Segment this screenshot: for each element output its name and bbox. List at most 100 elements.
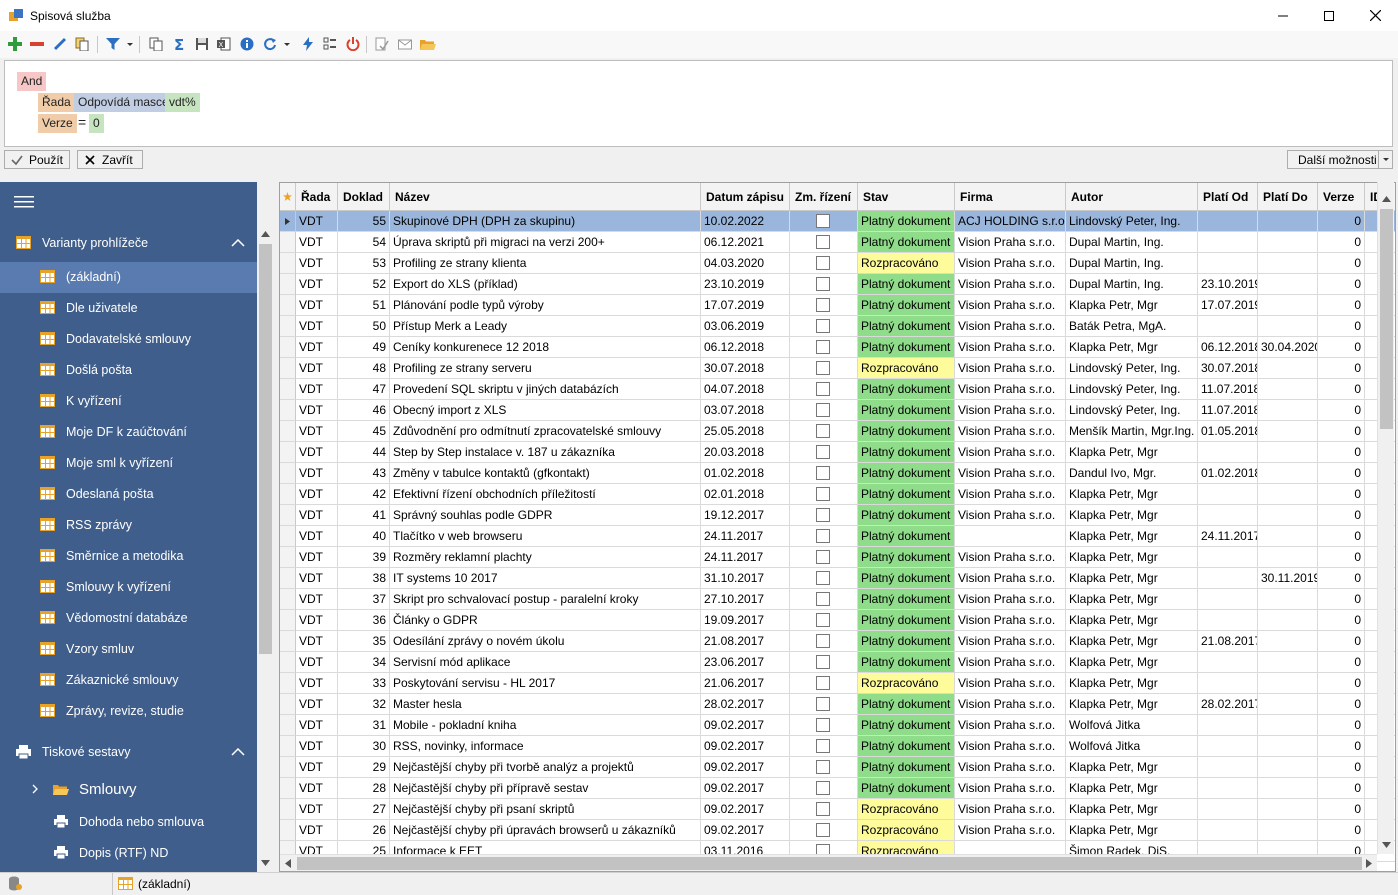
row-header[interactable]: [280, 442, 296, 463]
change-control-checkbox[interactable]: [816, 613, 830, 627]
column-header[interactable]: Verze: [1318, 183, 1365, 211]
column-header[interactable]: Zm. řízení: [790, 183, 858, 211]
change-control-checkbox[interactable]: [816, 697, 830, 711]
more-options-button[interactable]: Další možnosti: [1287, 150, 1393, 169]
change-control-checkbox[interactable]: [816, 760, 830, 774]
action-button[interactable]: [299, 35, 317, 53]
save-button[interactable]: [193, 35, 211, 53]
row-header[interactable]: [280, 337, 296, 358]
sidebar-item[interactable]: Zprávy, revize, studie: [0, 696, 257, 727]
filter-cond2-operator[interactable]: =: [74, 113, 90, 132]
change-control-checkbox[interactable]: [816, 319, 830, 333]
change-control-checkbox[interactable]: [816, 634, 830, 648]
row-header[interactable]: [280, 673, 296, 694]
row-header[interactable]: [280, 547, 296, 568]
filter-button[interactable]: [104, 35, 122, 53]
refresh-button[interactable]: [261, 35, 279, 53]
sidebar-section-browser-variants[interactable]: Varianty prohlížeče: [0, 228, 257, 259]
change-control-checkbox[interactable]: [816, 676, 830, 690]
change-control-checkbox[interactable]: [816, 529, 830, 543]
refresh-dropdown-arrow[interactable]: [284, 43, 290, 46]
row-header[interactable]: [280, 463, 296, 484]
sidebar-item[interactable]: Dle uživatele: [0, 293, 257, 324]
grid-corner-cell[interactable]: [280, 183, 296, 211]
table-cell[interactable]: [790, 400, 858, 421]
sidebar-item[interactable]: Dodavatelské smlouvy: [0, 324, 257, 355]
grid-horizontal-scrollbar[interactable]: [280, 854, 1377, 871]
table-cell[interactable]: [790, 211, 858, 232]
change-control-checkbox[interactable]: [816, 424, 830, 438]
excel-button[interactable]: X: [215, 35, 233, 53]
table-cell[interactable]: [790, 274, 858, 295]
row-header[interactable]: [280, 799, 296, 820]
change-control-checkbox[interactable]: [816, 214, 830, 228]
apply-button[interactable]: Použít: [4, 150, 70, 169]
column-header[interactable]: Stav: [858, 183, 955, 211]
table-cell[interactable]: [790, 463, 858, 484]
change-control-checkbox[interactable]: [816, 718, 830, 732]
sidebar-scrollbar[interactable]: [257, 226, 274, 872]
table-cell[interactable]: [790, 421, 858, 442]
checklist-button[interactable]: [321, 35, 339, 53]
table-cell[interactable]: [790, 337, 858, 358]
change-control-checkbox[interactable]: [816, 823, 830, 837]
power-button[interactable]: [344, 35, 362, 53]
table-cell[interactable]: [790, 295, 858, 316]
row-header[interactable]: [280, 400, 296, 421]
table-cell[interactable]: [790, 631, 858, 652]
column-header[interactable]: Firma: [955, 183, 1066, 211]
row-header[interactable]: [280, 757, 296, 778]
change-control-checkbox[interactable]: [816, 781, 830, 795]
change-control-checkbox[interactable]: [816, 298, 830, 312]
filter-cond2-value[interactable]: 0: [89, 114, 104, 133]
filter-cond1-value[interactable]: vdt%: [165, 93, 200, 112]
table-cell[interactable]: [790, 379, 858, 400]
row-header[interactable]: [280, 631, 296, 652]
row-header[interactable]: [280, 505, 296, 526]
table-cell[interactable]: [790, 715, 858, 736]
grid-hscroll-thumb[interactable]: [297, 857, 1362, 870]
table-cell[interactable]: [790, 316, 858, 337]
row-header[interactable]: [280, 610, 296, 631]
sidebar-item[interactable]: K vyřízení: [0, 386, 257, 417]
change-control-checkbox[interactable]: [816, 340, 830, 354]
table-cell[interactable]: [790, 652, 858, 673]
sidebar-item[interactable]: Vědomostní databáze: [0, 603, 257, 634]
open-folder-button[interactable]: [419, 35, 437, 53]
row-header[interactable]: [280, 778, 296, 799]
duplicate-button[interactable]: [147, 35, 165, 53]
row-header[interactable]: [280, 736, 296, 757]
edit-button[interactable]: [51, 35, 69, 53]
close-window-button[interactable]: [1352, 0, 1398, 31]
row-header[interactable]: [280, 253, 296, 274]
sidebar-item[interactable]: Smlouvy k vyřízení: [0, 572, 257, 603]
sidebar-item[interactable]: Odeslaná pošta: [0, 479, 257, 510]
row-header[interactable]: [280, 316, 296, 337]
copy-button[interactable]: [73, 35, 91, 53]
change-control-checkbox[interactable]: [816, 445, 830, 459]
change-control-checkbox[interactable]: [816, 277, 830, 291]
sidebar-folder-contracts[interactable]: Smlouvy: [0, 774, 257, 805]
sidebar-section-print-reports[interactable]: Tiskové sestavy: [0, 737, 257, 768]
close-filter-button[interactable]: Zavřít: [77, 150, 143, 169]
table-cell[interactable]: [790, 736, 858, 757]
change-control-checkbox[interactable]: [816, 361, 830, 375]
grid-vscroll-thumb[interactable]: [1380, 209, 1393, 429]
sidebar-item[interactable]: Došlá pošta: [0, 355, 257, 386]
sidebar-report-item[interactable]: Dopis (RTF) ND: [0, 838, 257, 869]
table-cell[interactable]: [790, 253, 858, 274]
approve-button[interactable]: [373, 35, 391, 53]
change-control-checkbox[interactable]: [816, 592, 830, 606]
row-header[interactable]: [280, 820, 296, 841]
column-header[interactable]: Datum zápisu: [701, 183, 790, 211]
table-cell[interactable]: [790, 694, 858, 715]
filter-cond1-field[interactable]: Řada: [38, 93, 75, 112]
change-control-checkbox[interactable]: [816, 571, 830, 585]
change-control-checkbox[interactable]: [816, 655, 830, 669]
change-control-checkbox[interactable]: [816, 235, 830, 249]
row-header[interactable]: [280, 211, 296, 232]
sidebar-scroll-thumb[interactable]: [259, 244, 272, 654]
row-header[interactable]: [280, 274, 296, 295]
sidebar-item[interactable]: (základní): [0, 262, 257, 293]
row-header[interactable]: [280, 295, 296, 316]
